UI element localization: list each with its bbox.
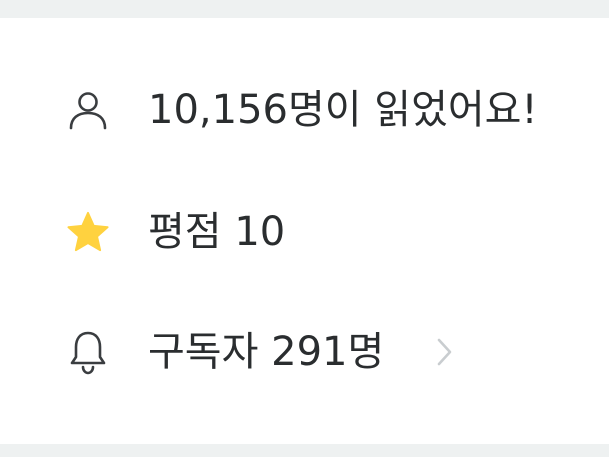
bottom-divider	[0, 444, 609, 457]
subscribers-count-text: 구독자 291명	[148, 329, 385, 375]
top-divider	[0, 0, 609, 18]
bell-icon	[66, 330, 110, 375]
person-icon	[66, 88, 110, 132]
rating-stat-row: 평점 10	[0, 192, 609, 272]
readers-stat-row: 10,156명이 읽었어요!	[0, 70, 609, 150]
rating-text: 평점 10	[148, 209, 286, 255]
chevron-right-icon[interactable]	[432, 332, 456, 372]
star-icon	[66, 210, 110, 254]
readers-count-text: 10,156명이 읽었어요!	[148, 87, 538, 133]
subscribers-stat-row[interactable]: 구독자 291명	[0, 312, 609, 392]
